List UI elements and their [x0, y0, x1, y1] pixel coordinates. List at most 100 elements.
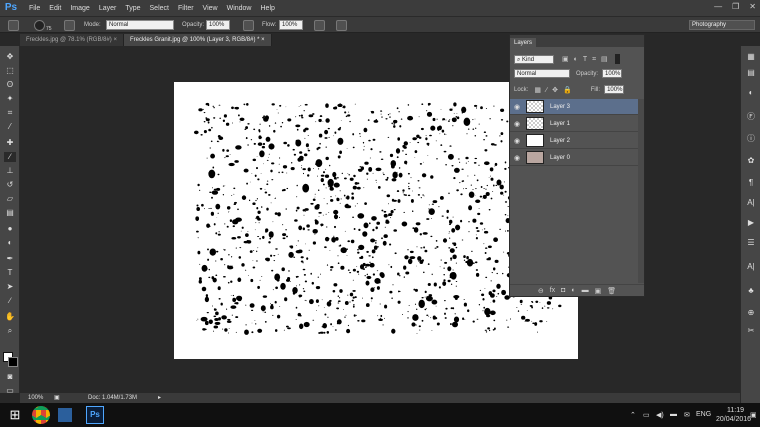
- gradient-tool-icon[interactable]: ▤: [4, 208, 16, 218]
- layer-fill-input[interactable]: 100%: [604, 85, 625, 94]
- windows-start-icon[interactable]: ⊞: [6, 406, 24, 424]
- info-panel-icon[interactable]: ⓘ: [745, 134, 757, 144]
- stamp-tool-icon[interactable]: ⊥: [4, 166, 16, 176]
- layer-row-layer-2[interactable]: ◉ Layer 2: [510, 133, 638, 149]
- properties-panel-icon[interactable]: ☰: [745, 238, 757, 248]
- lasso-tool-icon[interactable]: ʘ: [4, 80, 16, 90]
- clock-date[interactable]: 20/04/2016: [716, 416, 751, 423]
- visibility-eye-icon[interactable]: ◉: [510, 137, 524, 145]
- close-icon[interactable]: ×: [261, 37, 265, 43]
- layer-row-layer-3[interactable]: ◉ Layer 3: [510, 99, 638, 115]
- quick-select-tool-icon[interactable]: ✦: [4, 94, 16, 104]
- close-icon[interactable]: ×: [113, 37, 117, 43]
- language-indicator[interactable]: ENG: [696, 411, 711, 418]
- mode-select[interactable]: Normal: [106, 20, 174, 30]
- chrome-icon[interactable]: [32, 406, 50, 424]
- new-group-icon[interactable]: ▬: [582, 287, 589, 294]
- quick-mask-icon[interactable]: ◙: [4, 372, 16, 382]
- flow-input[interactable]: 100%: [279, 20, 303, 30]
- new-layer-icon[interactable]: ▣: [595, 287, 602, 295]
- menu-window[interactable]: Window: [227, 5, 252, 12]
- brush-preset-picker-icon[interactable]: [34, 20, 45, 31]
- menu-select[interactable]: Select: [150, 5, 169, 12]
- eyedropper-tool-icon[interactable]: ⁄: [4, 122, 16, 132]
- lock-icons[interactable]: ▦∕✥🔒: [534, 86, 576, 94]
- swatches-panel-icon[interactable]: ▤: [745, 68, 757, 78]
- eraser-tool-icon[interactable]: ▱: [4, 194, 16, 204]
- delete-layer-icon[interactable]: 🗑: [607, 287, 616, 295]
- brush-panel-icon[interactable]: [64, 20, 75, 31]
- opacity-input[interactable]: 100%: [206, 20, 230, 30]
- add-mask-icon[interactable]: ◘: [561, 287, 565, 294]
- glyphs-panel-icon[interactable]: A|: [745, 262, 757, 272]
- pressure-opacity-icon[interactable]: [243, 20, 254, 31]
- layer-opacity-input[interactable]: 100%: [602, 69, 623, 78]
- layer-style-icon[interactable]: fx: [550, 287, 555, 294]
- pressure-size-icon[interactable]: [336, 20, 347, 31]
- visibility-eye-icon[interactable]: ◉: [510, 120, 524, 128]
- history-panel-icon[interactable]: ▦: [745, 52, 757, 62]
- shape-tool-icon[interactable]: ∕: [4, 296, 16, 306]
- brush-panel-icon[interactable]: ♣: [745, 286, 757, 296]
- adjustment-layer-icon[interactable]: ◐: [571, 287, 575, 294]
- tray-chevron-icon[interactable]: ⌃: [630, 411, 636, 419]
- photoshop-taskbar-icon[interactable]: Ps: [86, 406, 104, 424]
- healing-tool-icon[interactable]: ✚: [4, 138, 16, 148]
- brush-tool-preset-icon[interactable]: [8, 20, 19, 31]
- zoom-tool-icon[interactable]: ⌕: [4, 326, 16, 336]
- paragraph-panel-icon[interactable]: ¶: [745, 178, 757, 188]
- marquee-tool-icon[interactable]: ⬚: [4, 66, 16, 76]
- tab-freckles-granit[interactable]: Freckles Granit.jpg @ 100% (Layer 3, RGB…: [123, 34, 272, 46]
- notification-icon[interactable]: ✉: [684, 411, 690, 419]
- battery-icon[interactable]: ▬: [670, 411, 677, 418]
- filter-toggle-icon[interactable]: [614, 54, 620, 64]
- dodge-tool-icon[interactable]: ◐: [4, 238, 16, 248]
- brush-tool-icon[interactable]: ∕: [4, 152, 16, 162]
- layer-row-layer-0[interactable]: ◉ Layer 0: [510, 150, 638, 166]
- link-layers-icon[interactable]: ⊖: [538, 287, 544, 295]
- menu-help[interactable]: Help: [261, 5, 275, 12]
- screen-mode-icon[interactable]: ▭: [4, 386, 16, 396]
- menu-filter[interactable]: Filter: [178, 5, 194, 12]
- minimize-icon[interactable]: —: [714, 2, 722, 11]
- visibility-eye-icon[interactable]: ◉: [510, 154, 524, 162]
- tab-freckles[interactable]: Freckles.jpg @ 78.1% (RGB/8#) ×: [20, 34, 124, 46]
- crop-tool-icon[interactable]: ⌗: [4, 108, 16, 118]
- tab-layers[interactable]: Layers: [510, 38, 537, 47]
- action-center-icon[interactable]: ▣: [750, 411, 757, 419]
- visibility-eye-icon[interactable]: ◉: [510, 103, 524, 111]
- history-brush-icon[interactable]: ↺: [4, 180, 16, 190]
- blur-tool-icon[interactable]: ●: [4, 224, 16, 234]
- file-explorer-icon[interactable]: [58, 408, 72, 422]
- layers-scrollbar[interactable]: [638, 99, 644, 283]
- filter-icons[interactable]: ▣◐T⌗▤: [562, 55, 613, 64]
- menu-file[interactable]: File: [29, 5, 40, 12]
- layer-row-layer-1[interactable]: ◉ Layer 1: [510, 116, 638, 132]
- menu-view[interactable]: View: [203, 5, 218, 12]
- styles-panel-icon[interactable]: Ⓕ: [745, 112, 757, 122]
- status-info-icon[interactable]: ▣: [54, 393, 60, 403]
- zoom-level[interactable]: 100%: [28, 393, 43, 403]
- tool-presets-icon[interactable]: ✂: [745, 326, 757, 336]
- status-arrow-icon[interactable]: ▸: [158, 393, 161, 403]
- clone-source-icon[interactable]: ⊕: [745, 308, 757, 318]
- hand-tool-icon[interactable]: ✋: [4, 312, 16, 322]
- background-color-swatch[interactable]: [8, 357, 18, 367]
- network-icon[interactable]: ▭: [643, 411, 650, 419]
- path-select-tool-icon[interactable]: ➤: [4, 282, 16, 292]
- filter-kind-select[interactable]: ⌕ Kind: [514, 54, 554, 64]
- move-tool-icon[interactable]: ✥: [4, 52, 16, 62]
- close-icon[interactable]: ✕: [749, 2, 756, 11]
- color-panel-icon[interactable]: ✿: [745, 156, 757, 166]
- maximize-icon[interactable]: ❐: [732, 2, 739, 11]
- volume-icon[interactable]: ◀): [656, 411, 664, 419]
- blend-mode-select[interactable]: Normal: [514, 69, 570, 78]
- workspace-select[interactable]: Photography: [689, 20, 755, 30]
- clock-time[interactable]: 11:19: [727, 407, 744, 414]
- menu-type[interactable]: Type: [125, 5, 140, 12]
- character-panel-icon[interactable]: A|: [745, 198, 757, 208]
- menu-edit[interactable]: Edit: [49, 5, 61, 12]
- adjustments-panel-icon[interactable]: ◐: [745, 88, 757, 98]
- pen-tool-icon[interactable]: ✒: [4, 254, 16, 264]
- airbrush-icon[interactable]: [314, 20, 325, 31]
